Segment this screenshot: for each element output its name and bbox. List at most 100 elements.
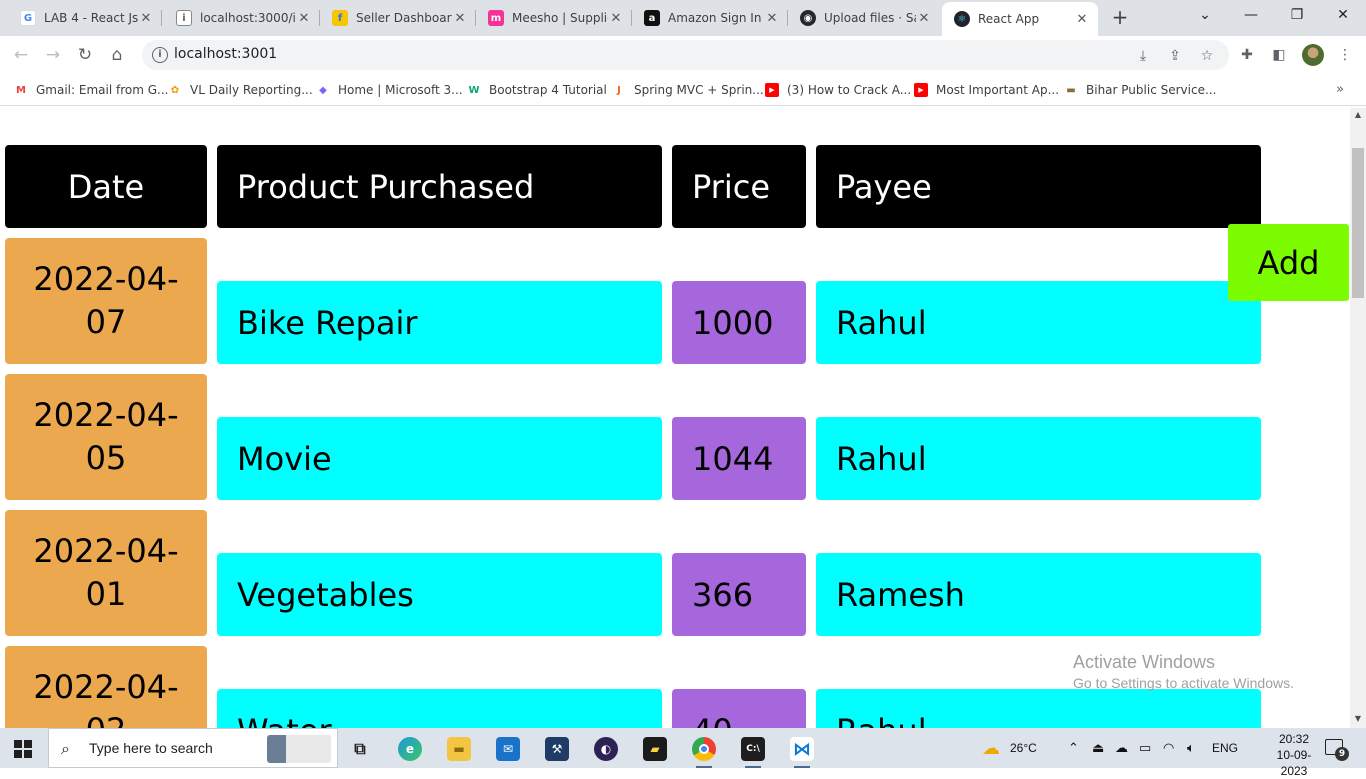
new-tab-button[interactable]: + [1108, 6, 1132, 30]
bookmark-most-important[interactable]: ▶ Most Important Ap... [914, 82, 1059, 98]
bookmark-microsoft365[interactable]: ◆ Home | Microsoft 3... [316, 82, 462, 98]
row-date-cell: 2022-04-05 [5, 374, 207, 500]
row-product-cell: Water [217, 689, 662, 728]
bookmark-bihar-psc[interactable]: ▬ Bihar Public Service... [1064, 82, 1216, 98]
scrollbar-thumb[interactable] [1352, 148, 1364, 298]
windows-start-icon[interactable] [14, 740, 32, 758]
back-arrow-icon[interactable]: ← [10, 44, 32, 66]
row-payee-cell: Ramesh [816, 553, 1261, 636]
address-url[interactable]: localhost:3001 [174, 46, 277, 62]
profile-avatar[interactable] [1302, 44, 1324, 66]
page-scrollbar[interactable]: ▲ ▼ [1350, 108, 1366, 728]
close-icon[interactable]: ✕ [1074, 12, 1090, 27]
row-product-cell: Vegetables [217, 553, 662, 636]
scroll-up-icon[interactable]: ▲ [1350, 110, 1366, 119]
close-icon[interactable]: ✕ [452, 11, 468, 26]
date-value: 2022-04-07 [33, 260, 179, 341]
add-button[interactable]: Add [1228, 224, 1349, 301]
header-payee: Payee [816, 145, 1261, 228]
vscode-icon[interactable]: ⋈ [782, 732, 822, 768]
restore-button[interactable]: ❐ [1274, 0, 1320, 30]
weather-cloud-sun-icon: ☁ [982, 737, 1000, 758]
clock-date: 10-09-2023 [1276, 748, 1312, 778]
clock-time: 20:32 [1278, 732, 1310, 746]
bookmark-label: VL Daily Reporting... [190, 83, 313, 97]
reload-icon[interactable]: ↻ [74, 44, 96, 66]
close-icon[interactable]: ✕ [916, 11, 932, 26]
youtube-icon: ▶ [765, 83, 779, 97]
sql-tool-icon[interactable]: ⚒ [537, 732, 577, 766]
file-explorer-icon[interactable]: ▬ [439, 732, 479, 766]
eclipse-icon[interactable]: ◐ [586, 732, 626, 766]
bpsc-icon: ▬ [1066, 84, 1076, 96]
cloud-sync-icon[interactable]: ☁ [1115, 728, 1128, 768]
date-value: 2022-04-02 [33, 668, 179, 728]
tab-seller-dashboard[interactable]: f Seller Dashboard ✕ [320, 0, 476, 36]
date-value: 2022-04-01 [33, 532, 179, 613]
notification-center-icon[interactable]: 9 [1325, 739, 1349, 761]
bookmarks-overflow-icon[interactable]: » [1336, 82, 1344, 97]
bookmarks-bar: M Gmail: Email from G... ✿ VL Daily Repo… [0, 74, 1366, 106]
forward-arrow-icon[interactable]: → [42, 44, 64, 66]
tab-title: Meesho | Supplie [512, 11, 608, 25]
tab-amazon-sign-in[interactable]: a Amazon Sign In ✕ [632, 0, 788, 36]
install-app-icon[interactable]: ⤓ [1134, 47, 1152, 65]
tab-title: Upload files · San [824, 11, 916, 25]
tray-overflow-chevron-icon[interactable]: ⌃ [1068, 728, 1079, 768]
chrome-icon[interactable] [684, 732, 724, 768]
tab-meesho[interactable]: m Meesho | Supplie ✕ [476, 0, 632, 36]
language-indicator[interactable]: ENG [1212, 728, 1238, 768]
bookmark-bootstrap[interactable]: W Bootstrap 4 Tutorial [467, 82, 606, 98]
bookmark-star-icon[interactable]: ☆ [1198, 47, 1216, 65]
sticky-notes-icon[interactable]: ▰ [635, 732, 675, 766]
activate-windows-watermark: Activate Windows Go to Settings to activ… [1073, 652, 1294, 691]
extensions-puzzle-icon[interactable]: ✚ [1238, 46, 1256, 64]
row-payee-cell: Rahul [816, 689, 1261, 728]
scroll-down-icon[interactable]: ▼ [1350, 714, 1366, 723]
browser-toolbar: ← → ↻ ⌂ i localhost:3001 ⤓ ⇪ ☆ ✚ ◧ ⋮ [0, 36, 1366, 74]
tab-localhost-3000[interactable]: i localhost:3000/ite ✕ [164, 0, 320, 36]
flipkart-icon: f [332, 10, 348, 26]
address-bar[interactable]: i localhost:3001 ⤓ ⇪ ☆ [142, 40, 1229, 70]
close-icon[interactable]: ✕ [138, 11, 154, 26]
browser-tab-strip: G LAB 4 - React Js - ✕ i localhost:3000/… [0, 0, 1366, 36]
usb-device-icon[interactable]: ⏏ [1092, 728, 1104, 768]
edge-icon[interactable]: e [390, 732, 430, 766]
mail-icon[interactable]: ✉ [488, 732, 528, 766]
taskbar-clock[interactable]: 20:32 10-09-2023 [1264, 731, 1324, 779]
row-date-cell: 2022-04-01 [5, 510, 207, 636]
tab-upload-files[interactable]: ◉ Upload files · San ✕ [788, 0, 940, 36]
taskbar-search-box[interactable]: ⌕ Type here to search [48, 728, 338, 768]
row-price-cell: 40 [672, 689, 806, 728]
minimize-button[interactable]: — [1228, 0, 1274, 30]
terminal-icon[interactable]: C:\ [733, 732, 773, 768]
watermark-subtitle: Go to Settings to activate Windows. [1073, 675, 1294, 691]
site-info-icon[interactable]: i [152, 47, 168, 63]
tab-lab4[interactable]: G LAB 4 - React Js - ✕ [8, 0, 162, 36]
close-icon[interactable]: ✕ [296, 11, 312, 26]
bookmark-gmail[interactable]: M Gmail: Email from G... [14, 82, 168, 98]
home-icon[interactable]: ⌂ [106, 44, 128, 66]
close-icon[interactable]: ✕ [608, 11, 624, 26]
tab-search-chevron-icon[interactable]: ⌄ [1182, 0, 1228, 30]
gmail-icon: M [16, 84, 26, 96]
tab-react-app[interactable]: ⚛ React App ✕ [942, 2, 1098, 36]
row-price-cell: 1000 [672, 281, 806, 364]
task-view-icon[interactable]: ⧉ [340, 732, 380, 766]
menu-kebab-icon[interactable]: ⋮ [1336, 46, 1354, 64]
close-icon[interactable]: ✕ [764, 11, 780, 26]
battery-icon[interactable]: ▭ [1139, 728, 1151, 768]
search-highlight-illustration [267, 735, 331, 763]
bookmark-spring-mvc[interactable]: J Spring MVC + Sprin... [612, 82, 764, 98]
close-window-button[interactable]: ✕ [1320, 0, 1366, 30]
wifi-icon[interactable]: ◠ [1163, 728, 1174, 768]
weather-widget[interactable]: ☁ 26°C [982, 728, 1037, 768]
share-icon[interactable]: ⇪ [1166, 47, 1184, 65]
bookmark-label: Spring MVC + Sprin... [634, 83, 764, 97]
bookmark-label: Bihar Public Service... [1086, 83, 1217, 97]
bookmark-how-to-crack[interactable]: ▶ (3) How to Crack A... [765, 82, 911, 98]
side-panel-icon[interactable]: ◧ [1270, 46, 1288, 64]
bookmark-vl-daily[interactable]: ✿ VL Daily Reporting... [168, 82, 313, 98]
row-product-cell: Movie [217, 417, 662, 500]
speaker-icon[interactable]: 🔈︎ [1187, 728, 1195, 768]
